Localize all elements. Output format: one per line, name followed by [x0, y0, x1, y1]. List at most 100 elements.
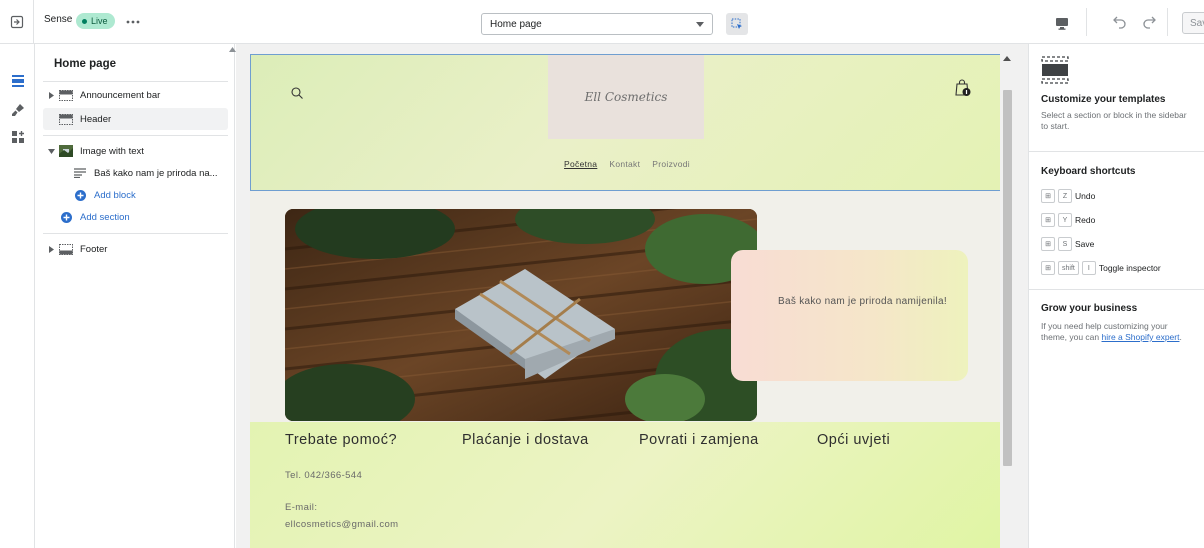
shortcut-key: Y [1058, 213, 1072, 227]
text-block-icon [72, 167, 88, 179]
desktop-icon [1055, 17, 1069, 30]
sidebar-block-text[interactable]: Baš kako nam je priroda na... [43, 162, 228, 184]
toolbar-divider [1167, 8, 1168, 36]
redo-icon [1140, 13, 1158, 31]
sidebar-item-label: Announcement bar [80, 89, 161, 101]
scroll-up-icon[interactable] [1003, 56, 1011, 61]
shortcut-toggle-inspector: ⊞ shift I Toggle inspector [1041, 261, 1161, 275]
footer-icon [58, 243, 74, 255]
footer-email-label: E-mail: [285, 502, 318, 513]
caret-right-icon[interactable] [46, 244, 56, 254]
card-text: Baš kako nam je priroda namijenila! [778, 296, 947, 307]
footer-phone: Tel. 042/366-544 [285, 470, 363, 481]
preview-frame: Ell Cosmetics Početna Kontakt Proizvodi [236, 44, 1028, 548]
chevron-down-icon [696, 21, 704, 27]
exit-button[interactable] [0, 0, 34, 44]
add-block-label: Add block [94, 189, 136, 201]
logo-text: Ell Cosmetics [584, 90, 668, 104]
add-section-label: Add section [80, 211, 130, 223]
page-select-value: Home page [490, 18, 542, 30]
live-badge: Live [76, 13, 115, 29]
sidebar-item-label: Header [80, 113, 112, 125]
image-thumbnail-icon [58, 145, 74, 157]
sidebar-item-image-with-text[interactable]: Image with text [43, 140, 228, 162]
grow-title: Grow your business [1041, 303, 1138, 314]
command-key-icon: ⊞ [1041, 237, 1055, 251]
store-nav: Početna Kontakt Proizvodi [251, 159, 1002, 169]
inspector-icon [731, 18, 743, 30]
search-icon[interactable] [291, 87, 303, 99]
store-logo[interactable]: Ell Cosmetics [548, 55, 704, 139]
device-preview-button[interactable] [1052, 13, 1072, 33]
rail-apps-button[interactable] [7, 126, 28, 147]
live-dot-icon [82, 18, 87, 24]
nav-link-products[interactable]: Proizvodi [652, 159, 690, 169]
plus-circle-icon [58, 211, 74, 223]
customize-title: Customize your templates [1041, 94, 1166, 105]
more-icon [126, 20, 140, 24]
sidebar-scroll-up-icon[interactable] [229, 47, 236, 52]
shortcut-key: S [1058, 237, 1072, 251]
footer-heading-help: Trebate pomoć? [285, 432, 398, 448]
theme-name: Sense [44, 14, 73, 25]
grow-text: If you need help customizing your theme,… [1041, 321, 1191, 343]
apps-icon [11, 130, 25, 144]
nav-link-home[interactable]: Početna [564, 159, 597, 169]
footer-heading-terms: Opći uvjeti [817, 432, 891, 448]
sidebar-item-footer[interactable]: Footer [43, 238, 228, 260]
redo-button[interactable] [1140, 13, 1158, 31]
footer-email: ellcosmetics@gmail.com [285, 519, 399, 530]
sidebar-item-announcement-bar[interactable]: Announcement bar [43, 84, 228, 106]
store-header[interactable]: Ell Cosmetics Početna Kontakt Proizvodi [250, 54, 1002, 191]
divider [1029, 289, 1204, 290]
undo-icon [1111, 13, 1129, 31]
inspector-toggle-button[interactable] [726, 13, 748, 35]
preview-scrollbar-thumb[interactable] [1003, 90, 1012, 466]
shortcut-undo: ⊞ Z Undo [1041, 189, 1095, 203]
more-actions-button[interactable] [124, 12, 142, 32]
shortcut-label: Toggle inspector [1098, 263, 1161, 273]
paintbrush-icon [11, 103, 25, 117]
divider [43, 233, 228, 234]
top-bar: Sense Live Home page Save [0, 0, 1204, 44]
header-icon [58, 113, 74, 125]
sidebar-title: Home page [54, 58, 116, 70]
caret-spacer [46, 114, 56, 124]
caret-right-icon[interactable] [46, 90, 56, 100]
image-with-text-card[interactable]: Baš kako nam je priroda namijenila! [731, 250, 968, 381]
store-preview: Ell Cosmetics Početna Kontakt Proizvodi [250, 54, 1002, 548]
info-panel: Customize your templates Select a sectio… [1028, 44, 1204, 548]
page-select[interactable]: Home page [481, 13, 713, 35]
customize-text: Select a section or block in the sidebar… [1041, 110, 1187, 131]
plus-circle-icon [72, 189, 88, 201]
sections-icon [11, 74, 25, 88]
shortcuts-title: Keyboard shortcuts [1041, 166, 1136, 177]
divider [43, 81, 228, 82]
live-badge-label: Live [91, 16, 108, 26]
shortcut-key: Z [1058, 189, 1072, 203]
rail-sections-button[interactable] [7, 70, 28, 91]
sidebar-item-label: Baš kako nam je priroda na... [94, 167, 218, 179]
footer-heading-returns: Povrati i zamjena [639, 432, 759, 448]
add-section-button[interactable]: Add section [43, 206, 228, 228]
store-footer[interactable]: Trebate pomoć? Plaćanje i dostava Povrat… [250, 422, 1002, 548]
shortcut-label: Save [1075, 239, 1095, 249]
command-key-icon: ⊞ [1041, 261, 1055, 275]
shortcut-key: I [1081, 261, 1096, 275]
rail-theme-settings-button[interactable] [7, 99, 28, 120]
image-with-text-image[interactable] [285, 209, 757, 421]
sidebar-item-header[interactable]: Header [43, 108, 228, 130]
templates-icon [1041, 56, 1069, 84]
cart-icon[interactable] [955, 79, 971, 97]
caret-down-icon[interactable] [46, 146, 56, 156]
command-key-icon: ⊞ [1041, 213, 1055, 227]
hire-expert-link[interactable]: hire a Shopify expert [1102, 332, 1180, 342]
save-button[interactable]: Save [1182, 12, 1204, 34]
add-block-button[interactable]: Add block [43, 184, 228, 206]
divider [1029, 151, 1204, 152]
undo-button[interactable] [1111, 13, 1129, 31]
shortcut-label: Undo [1075, 191, 1096, 201]
footer-heading-payment: Plaćanje i dostava [462, 432, 589, 448]
nav-link-contact[interactable]: Kontakt [609, 159, 640, 169]
shortcut-redo: ⊞ Y Redo [1041, 213, 1095, 227]
